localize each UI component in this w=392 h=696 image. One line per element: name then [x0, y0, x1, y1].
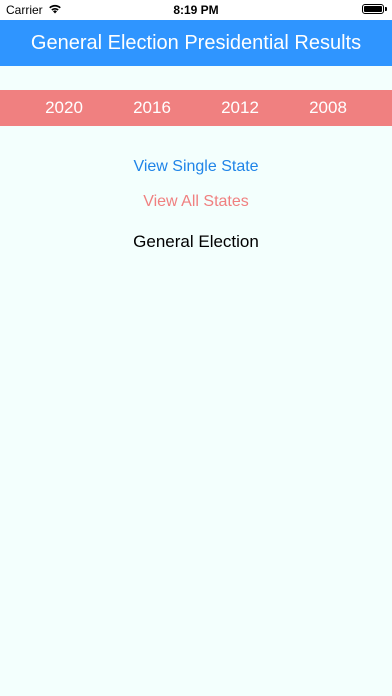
tab-2012[interactable]: 2012 [221, 98, 259, 118]
status-bar: Carrier 8:19 PM [0, 0, 392, 20]
view-all-states-button[interactable]: View All States [0, 193, 392, 211]
status-time: 8:19 PM [173, 3, 219, 17]
year-tab-bar: 2020 2016 2012 2008 [0, 90, 392, 126]
section-label: General Election [133, 232, 259, 251]
battery-tip [385, 7, 387, 11]
tab-2016[interactable]: 2016 [133, 98, 171, 118]
battery-icon [362, 4, 384, 14]
tab-2020[interactable]: 2020 [45, 98, 83, 118]
nav-bar: General Election Presidential Results [0, 20, 392, 66]
page-title: General Election Presidential Results [30, 31, 362, 54]
view-single-state-button[interactable]: View Single State [0, 158, 392, 176]
tab-2008[interactable]: 2008 [309, 98, 347, 118]
